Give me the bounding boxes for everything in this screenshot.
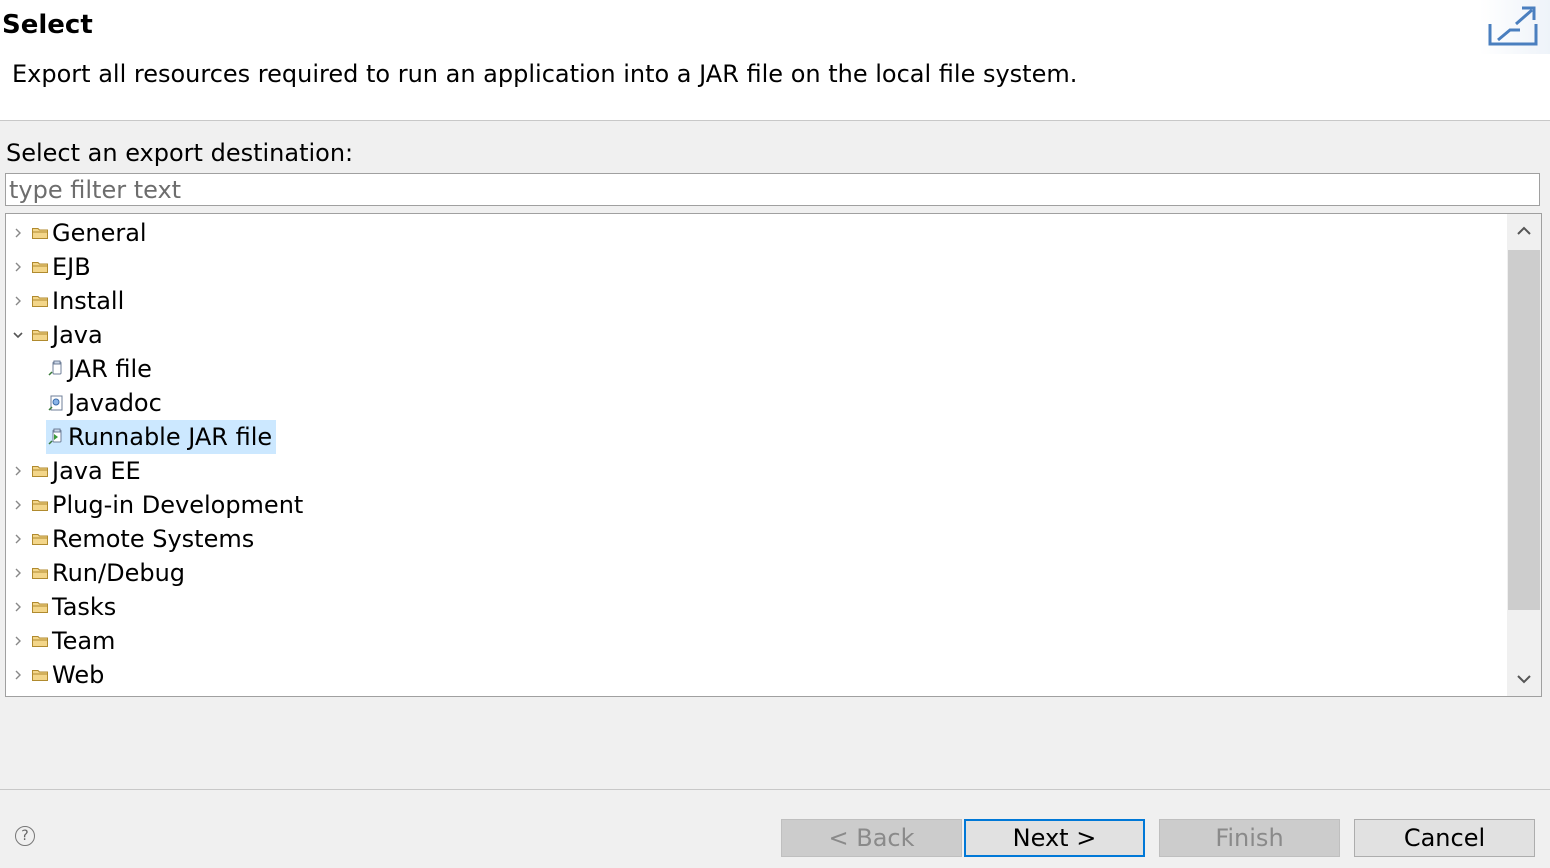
chevron-right-icon[interactable] (6, 284, 30, 318)
tree-item-run-debug[interactable]: Run/Debug (6, 556, 189, 590)
tree-item-install[interactable]: Install (6, 284, 128, 318)
tree-item-label: Tasks (52, 593, 117, 621)
next-button[interactable]: Next > (964, 819, 1145, 857)
tree-item-label: General (52, 219, 147, 247)
tree-item-label: Web (52, 661, 105, 689)
chevron-right-icon[interactable] (6, 556, 30, 590)
runnable-jar-icon (46, 420, 66, 454)
tree-item-label: Java (52, 321, 103, 349)
chevron-right-icon[interactable] (6, 658, 30, 692)
folder-icon (30, 216, 50, 250)
button-bar-separator (0, 789, 1550, 790)
chevron-down-icon[interactable] (6, 318, 30, 352)
jar-icon (46, 352, 66, 386)
folder-icon (30, 522, 50, 556)
tree-item-label: Java EE (52, 457, 141, 485)
export-destination-label: Select an export destination: (6, 139, 354, 167)
tree-item-label: EJB (52, 253, 91, 281)
scroll-down-icon[interactable] (1507, 662, 1541, 696)
chevron-right-icon[interactable] (6, 488, 30, 522)
tree-item-jar-file[interactable]: JAR file (46, 352, 156, 386)
help-icon[interactable]: ? (15, 826, 35, 846)
folder-icon (30, 454, 50, 488)
tree-item-java-ee[interactable]: Java EE (6, 454, 145, 488)
folder-icon (30, 658, 50, 692)
folder-icon (30, 284, 50, 318)
tree-item-label: Team (52, 627, 116, 655)
selection-highlight: Runnable JAR file (46, 420, 277, 454)
tree-item-team[interactable]: Team (6, 624, 119, 658)
tree-item-label: Javadoc (68, 389, 162, 417)
tree-item-web[interactable]: Web (6, 658, 108, 692)
tree-item-label: Plug-in Development (52, 491, 304, 519)
tree-item-label: JAR file (68, 355, 152, 383)
export-wizard-banner-icon (1480, 0, 1550, 54)
chevron-right-icon[interactable] (6, 590, 30, 624)
scroll-thumb[interactable] (1508, 250, 1540, 610)
cancel-button[interactable]: Cancel (1354, 819, 1535, 857)
scroll-up-icon[interactable] (1507, 214, 1541, 248)
tree-item-plug-in-development[interactable]: Plug-in Development (6, 488, 307, 522)
page-description: Export all resources required to run an … (12, 60, 1078, 88)
tree-item-tasks[interactable]: Tasks (6, 590, 120, 624)
chevron-right-icon[interactable] (6, 624, 30, 658)
finish-button[interactable]: Finish (1159, 819, 1340, 857)
tree-item-javadoc[interactable]: Javadoc (46, 386, 166, 420)
filter-input[interactable] (5, 173, 1540, 206)
chevron-right-icon[interactable] (6, 216, 30, 250)
page-title: Select (2, 10, 93, 40)
export-destination-tree[interactable]: General EJB Install Java JAR file Javadoc Runn… (5, 213, 1542, 697)
folder-icon (30, 556, 50, 590)
tree-item-runnable-jar-file[interactable]: Runnable JAR file (46, 420, 277, 454)
javadoc-icon (46, 386, 66, 420)
folder-icon (30, 318, 50, 352)
chevron-right-icon[interactable] (6, 454, 30, 488)
back-button[interactable]: < Back (781, 819, 962, 857)
folder-icon (30, 488, 50, 522)
tree-item-label: Install (52, 287, 125, 315)
chevron-right-icon[interactable] (6, 250, 30, 284)
folder-icon (30, 590, 50, 624)
tree-item-label: Remote Systems (52, 525, 255, 553)
folder-icon (30, 624, 50, 658)
tree-item-label: Run/Debug (52, 559, 186, 587)
tree-item-ejb[interactable]: EJB (6, 250, 95, 284)
tree-item-content: JAR file (46, 352, 156, 386)
wizard-header: Select Export all resources required to … (0, 0, 1550, 121)
tree-item-java[interactable]: Java (6, 318, 107, 352)
tree-item-content: Javadoc (46, 386, 166, 420)
tree-item-general[interactable]: General (6, 216, 151, 250)
tree-item-remote-systems[interactable]: Remote Systems (6, 522, 258, 556)
tree-item-label: Runnable JAR file (68, 423, 273, 451)
tree-scrollbar[interactable] (1507, 214, 1541, 696)
chevron-right-icon[interactable] (6, 522, 30, 556)
folder-icon (30, 250, 50, 284)
